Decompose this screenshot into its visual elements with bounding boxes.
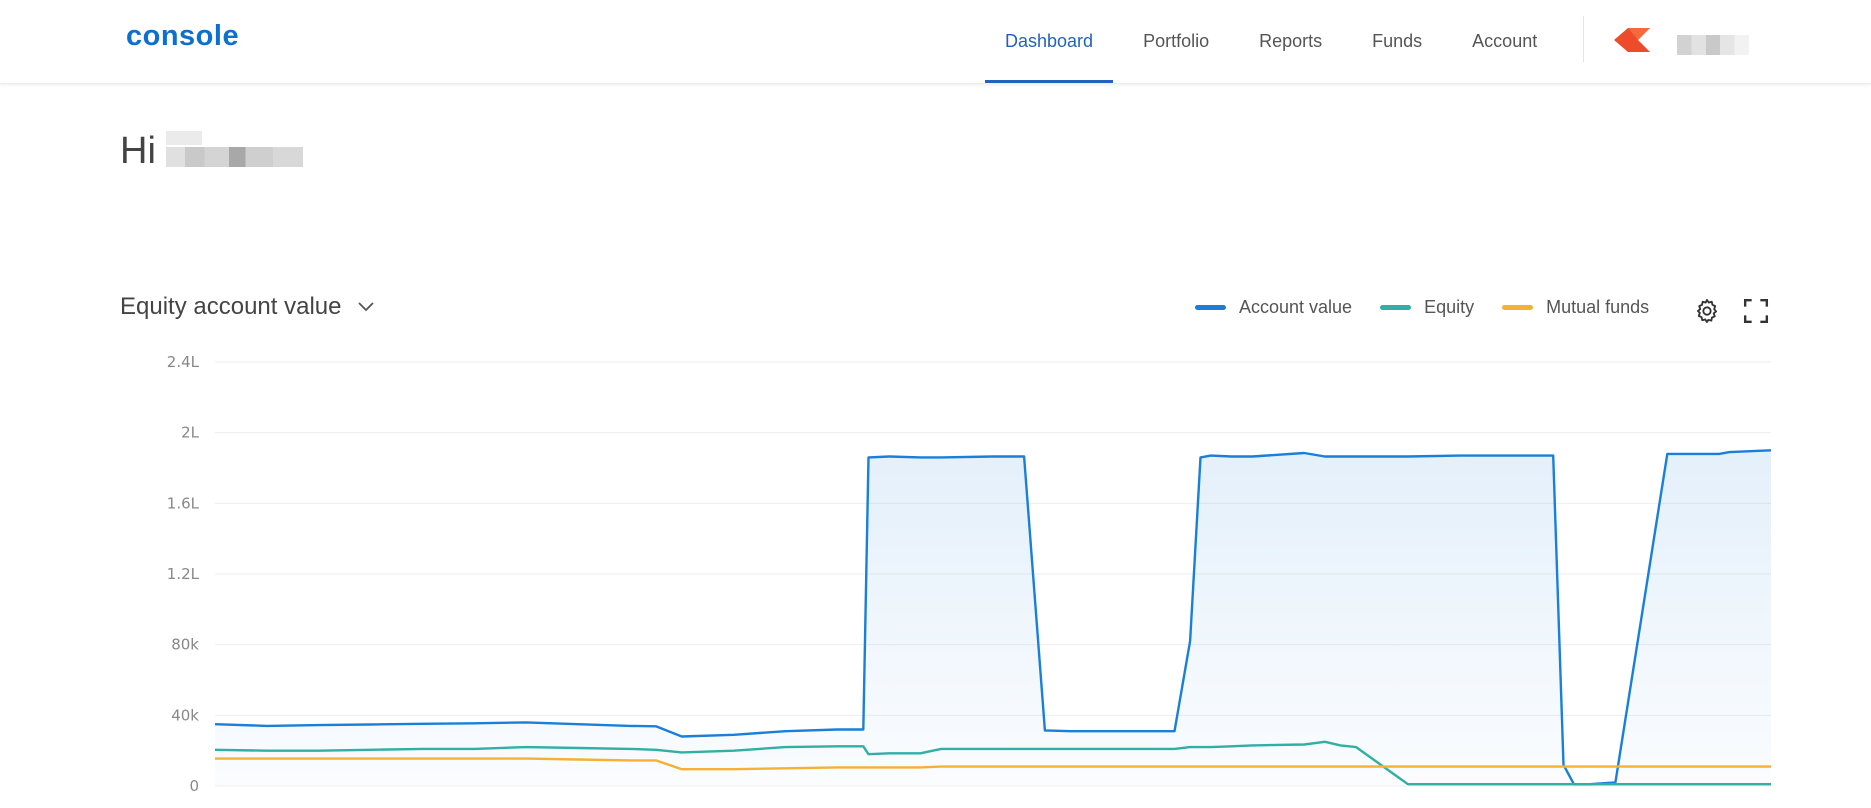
- legend-item-mutual-funds[interactable]: Mutual funds: [1502, 297, 1649, 318]
- console-logo[interactable]: console: [126, 20, 239, 53]
- top-navigation-bar: console Dashboard Portfolio Reports Fund…: [0, 0, 1871, 84]
- account-value-chart: 0 40k 80k 1.2L 1.6L 2L 2.4L: [167, 353, 1772, 795]
- legend-label: Mutual funds: [1546, 297, 1650, 317]
- gear-icon[interactable]: [1694, 298, 1720, 324]
- nav-item-portfolio[interactable]: Portfolio: [1118, 0, 1234, 83]
- legend-item-equity[interactable]: Equity: [1380, 297, 1474, 318]
- chart-type-dropdown[interactable]: Equity account value: [120, 293, 375, 321]
- legend-swatch: [1502, 305, 1534, 310]
- nav-item-reports[interactable]: Reports: [1234, 0, 1347, 83]
- series-area-account-value: [215, 450, 1771, 786]
- y-tick-label: 2L: [181, 424, 200, 442]
- nav-item-dashboard[interactable]: Dashboard: [980, 0, 1118, 83]
- chart-series: [214, 449, 1772, 786]
- legend-swatch: [1380, 305, 1412, 310]
- fullscreen-icon[interactable]: [1743, 298, 1769, 324]
- kite-logo-icon[interactable]: [1614, 28, 1650, 52]
- greeting: Hi: [120, 130, 303, 173]
- nav-divider: [1583, 16, 1584, 62]
- y-tick-label: 1.6L: [167, 494, 200, 512]
- y-tick-label: 2.4L: [167, 353, 200, 371]
- y-tick-label: 40k: [171, 706, 199, 724]
- legend-item-account-value[interactable]: Account value: [1195, 297, 1352, 318]
- greeting-text: Hi: [120, 130, 156, 172]
- main-nav: Dashboard Portfolio Reports Funds Accoun…: [980, 0, 1562, 83]
- legend-label: Account value: [1239, 297, 1353, 317]
- nav-item-funds[interactable]: Funds: [1347, 0, 1447, 83]
- user-id-avatar[interactable]: [1677, 35, 1749, 55]
- chevron-down-icon: [358, 302, 375, 312]
- y-tick-label: 1.2L: [167, 565, 200, 583]
- legend-label: Equity: [1424, 297, 1475, 317]
- chart-legend: Account value Equity Mutual funds: [1195, 297, 1677, 318]
- nav-item-account[interactable]: Account: [1447, 0, 1562, 83]
- user-name-redacted: [165, 131, 303, 167]
- y-tick-label: 0: [189, 777, 199, 795]
- y-tick-label: 80k: [171, 636, 199, 654]
- legend-swatch: [1195, 305, 1226, 310]
- y-axis-labels: 0 40k 80k 1.2L 1.6L 2L 2.4L: [167, 353, 200, 795]
- chart-title: Equity account value: [120, 293, 342, 320]
